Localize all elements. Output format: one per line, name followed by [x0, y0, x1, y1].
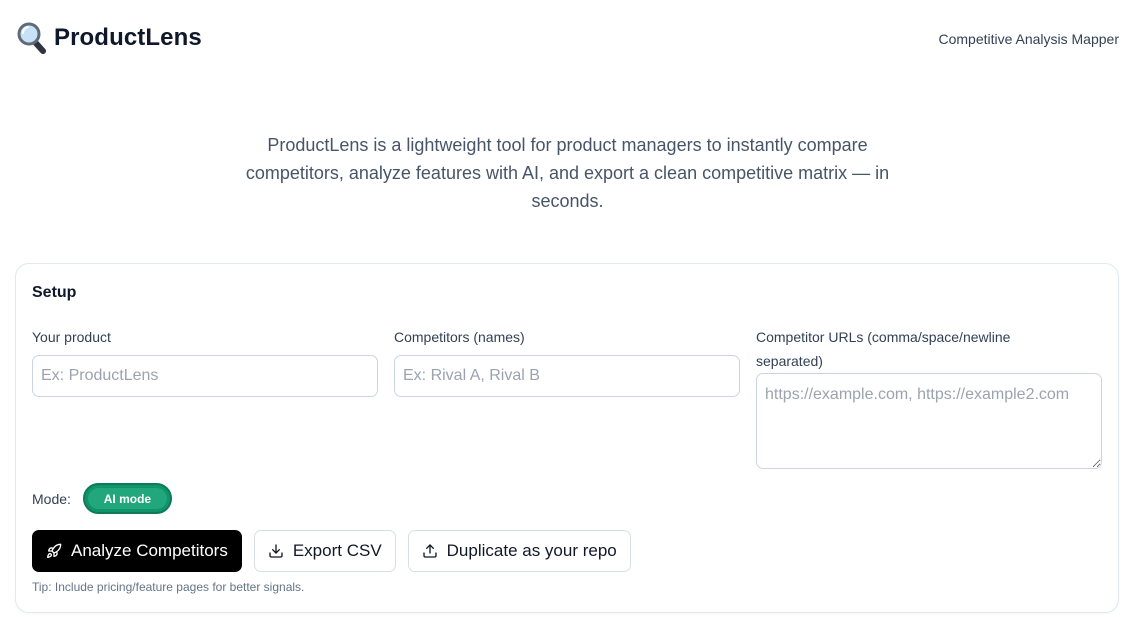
duplicate-repo-button[interactable]: Duplicate as your repo [407, 530, 631, 572]
product-label: Your product [32, 329, 111, 345]
product-input[interactable] [32, 355, 378, 397]
setup-title: Setup [32, 284, 77, 301]
download-icon [269, 544, 283, 558]
duplicate-button-label: Duplicate as your repo [446, 541, 617, 560]
tip-text: Tip: Include pricing/feature pages for b… [32, 580, 305, 594]
urls-label: Competitor URLs (comma/space/newline sep… [756, 329, 1011, 369]
mode-row: Mode: AI mode [32, 483, 172, 514]
brand: ProductLens [17, 22, 202, 54]
competitors-field: Competitors (names) [394, 325, 740, 397]
hero-description: ProductLens is a lightweight tool for pr… [245, 135, 890, 211]
setup-card: Setup Your product Competitors (names) C… [15, 263, 1119, 613]
mode-label: Mode: [32, 490, 71, 507]
app-title: ProductLens [54, 24, 202, 51]
app-header: ProductLens Competitive Analysis Mapper [0, 0, 1127, 78]
upload-icon [422, 544, 437, 558]
mode-toggle[interactable]: AI mode [82, 483, 172, 514]
rocket-icon [47, 543, 62, 558]
product-field: Your product [32, 325, 378, 397]
app-subtitle: Competitive Analysis Mapper [938, 31, 1119, 47]
mode-toggle-label: AI mode [87, 488, 167, 509]
analyze-button-label: Analyze Competitors [71, 541, 228, 560]
urls-textarea[interactable] [756, 373, 1102, 469]
urls-field: Competitor URLs (comma/space/newline sep… [756, 325, 1102, 469]
action-buttons: Analyze Competitors Export CSV Duplicate… [32, 530, 631, 572]
magnifying-glass-icon [17, 22, 46, 54]
export-csv-button[interactable]: Export CSV [253, 530, 396, 572]
export-button-label: Export CSV [292, 541, 382, 560]
competitors-input[interactable] [394, 355, 740, 397]
analyze-competitors-button[interactable]: Analyze Competitors [32, 530, 242, 572]
competitors-label: Competitors (names) [394, 329, 525, 345]
